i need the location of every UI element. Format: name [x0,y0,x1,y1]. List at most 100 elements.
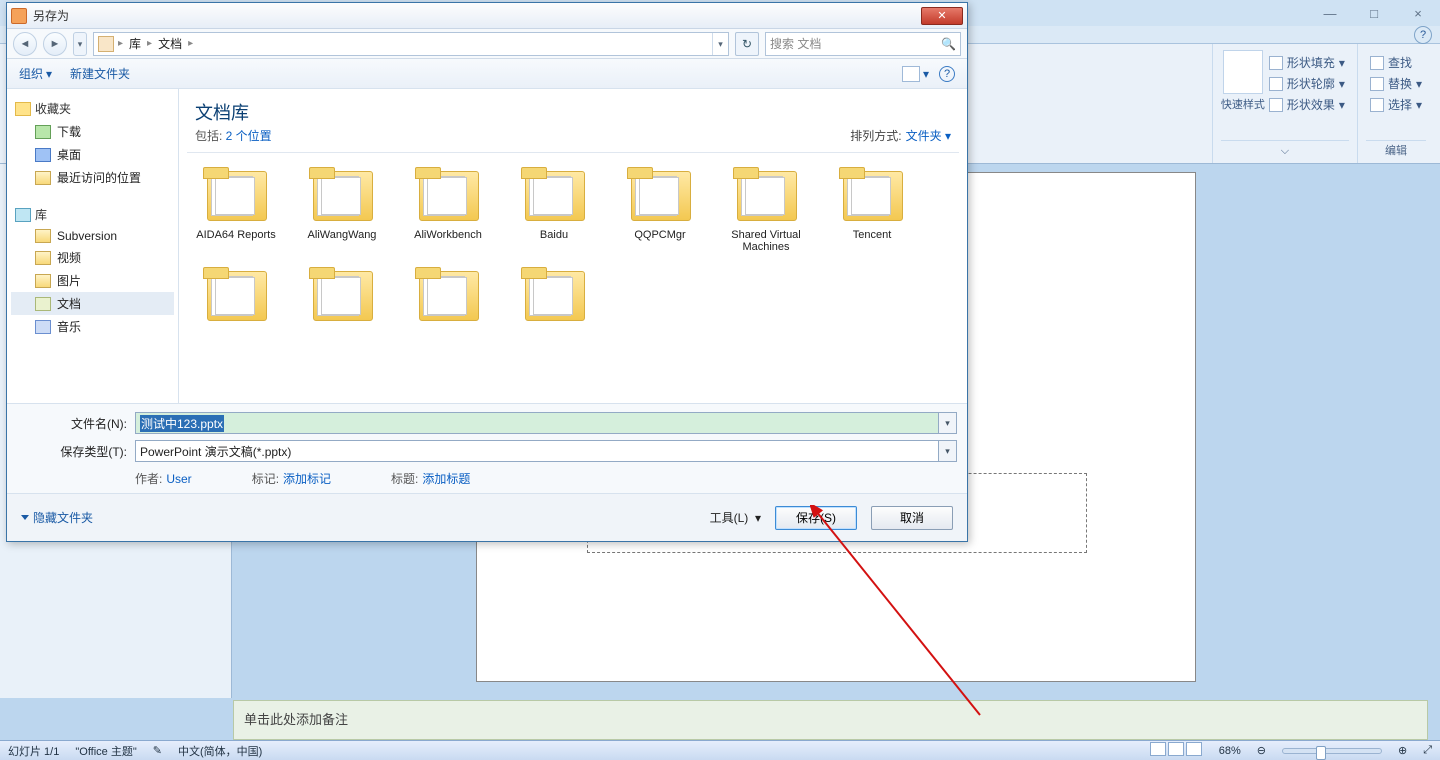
filetype-label: 保存类型(T): [17,443,135,460]
shape-outline-button[interactable]: 形状轮廓▾ [1265,73,1349,94]
select-icon [1370,98,1384,112]
hide-folders-toggle[interactable]: 隐藏文件夹 [21,509,93,526]
tree-pictures[interactable]: 图片 [11,269,174,292]
nav-back-button[interactable]: ◄ [13,32,37,56]
folder-icon [201,167,271,223]
notes-pane[interactable]: 单击此处添加备注 [233,700,1428,740]
breadcrumb-bar[interactable]: ▸ 库 ▸ 文档 ▸ ▾ [93,32,729,56]
ppt-close-button[interactable]: × [1406,6,1430,21]
help-icon[interactable]: ? [1414,26,1432,44]
zoom-in-button[interactable]: ⊕ [1398,744,1407,757]
search-input[interactable]: 搜索 文档 🔍 [765,32,961,56]
folder-item[interactable]: AliWangWang [289,167,395,253]
shape-effects-button[interactable]: 形状效果▾ [1265,94,1349,115]
view-icon [902,66,920,82]
desktop-icon [35,148,51,162]
folder-label: AliWangWang [289,229,395,241]
folder-grid[interactable]: AIDA64 ReportsAliWangWangAliWorkbenchBai… [179,153,967,403]
dialog-bottom-bar: 隐藏文件夹 工具(L) ▾ 保存(S) 取消 [7,493,967,541]
cancel-button[interactable]: 取消 [871,506,953,530]
folder-item[interactable]: Shared Virtual Machines [713,167,819,253]
filetype-select[interactable]: PowerPoint 演示文稿(*.pptx) [135,440,939,462]
zoom-slider[interactable] [1282,748,1382,754]
tree-libraries[interactable]: 库 [11,203,174,226]
dialog-toolbar: 组织▾ 新建文件夹 ▾ ? [7,59,967,89]
filename-dropdown[interactable]: ▾ [939,412,957,434]
tags-label: 标记: [252,472,279,486]
search-icon[interactable]: 🔍 [941,37,956,51]
folder-label: QQPCMgr [607,229,713,241]
save-as-dialog: 另存为 ✕ ◄ ► ▾ ▸ 库 ▸ 文档 ▸ ▾ ↻ 搜索 文档 🔍 组织▾ 新… [6,2,968,542]
view-buttons[interactable] [1149,742,1203,759]
organize-menu[interactable]: 组织▾ [19,65,52,82]
dialog-close-button[interactable]: ✕ [921,7,963,25]
folder-item[interactable] [289,267,395,353]
zoom-level[interactable]: 68% [1219,745,1241,757]
tags-value[interactable]: 添加标记 [283,472,331,486]
folder-item[interactable]: Tencent [819,167,925,253]
breadcrumb-segment-lib[interactable]: 库 [123,35,147,52]
status-bar: 幻灯片 1/1 "Office 主题" ✎ 中文(简体，中国) 68% ⊖ ⊕ … [0,740,1440,760]
replace-button[interactable]: 替换▾ [1366,73,1426,94]
folder-item[interactable] [395,267,501,353]
ppt-max-button[interactable]: □ [1362,6,1386,21]
tree-subversion[interactable]: Subversion [11,226,174,246]
title-value[interactable]: 添加标题 [422,472,470,486]
view-mode-button[interactable]: ▾ [902,66,929,82]
zoom-out-button[interactable]: ⊖ [1257,744,1266,757]
status-language[interactable]: 中文(简体，中国) [178,743,262,759]
folder-item[interactable] [501,267,607,353]
effects-icon [1269,98,1283,112]
filetype-dropdown[interactable]: ▾ [939,440,957,462]
tree-recent[interactable]: 最近访问的位置 [11,166,174,189]
refresh-button[interactable]: ↻ [735,32,759,56]
folder-item[interactable]: QQPCMgr [607,167,713,253]
spellcheck-icon[interactable]: ✎ [153,744,162,757]
folder-item[interactable] [183,267,289,353]
nav-history-dropdown[interactable]: ▾ [73,32,87,56]
breadcrumb-segment-doc[interactable]: 文档 [152,35,188,52]
nav-forward-button[interactable]: ► [43,32,67,56]
nav-tree[interactable]: 收藏夹 下载 桌面 最近访问的位置 库 Subversion 视频 图片 文档 … [7,89,179,403]
select-button[interactable]: 选择▾ [1366,94,1426,115]
tree-desktop[interactable]: 桌面 [11,143,174,166]
folder-label: Tencent [819,229,925,241]
tree-favorites[interactable]: 收藏夹 [11,97,174,120]
recent-icon [35,171,51,185]
tools-menu[interactable]: 工具(L) ▾ [710,509,761,526]
ribbon-group-editing: 查找 替换▾ 选择▾ 编辑 [1357,44,1434,163]
folder-item[interactable]: Baidu [501,167,607,253]
download-icon [35,125,51,139]
ribbon-group-dialog-launcher[interactable]: ⌵ [1221,140,1349,160]
folder-icon [201,267,271,323]
locations-link[interactable]: 2 个位置 [226,129,272,143]
sort-by[interactable]: 排列方式:文件夹 ▾ [850,127,951,144]
quick-style-button[interactable] [1223,50,1263,94]
folder-item[interactable]: AliWorkbench [395,167,501,253]
find-button[interactable]: 查找 [1366,52,1426,73]
author-value[interactable]: User [166,472,191,486]
shape-fill-button[interactable]: 形状填充▾ [1265,52,1349,73]
breadcrumb-dropdown[interactable]: ▾ [712,33,728,55]
folder-icon [307,167,377,223]
folder-item[interactable]: AIDA64 Reports [183,167,289,253]
author-label: 作者: [135,472,162,486]
document-icon [35,297,51,311]
dialog-help-button[interactable]: ? [939,66,955,82]
ppt-min-button[interactable]: — [1318,6,1342,21]
folder-label: AliWorkbench [395,229,501,241]
new-folder-button[interactable]: 新建文件夹 [70,65,130,82]
tree-videos[interactable]: 视频 [11,246,174,269]
folder-icon [307,267,377,323]
tree-documents[interactable]: 文档 [11,292,174,315]
dialog-title: 另存为 [33,7,69,24]
tree-music[interactable]: 音乐 [11,315,174,338]
tree-downloads[interactable]: 下载 [11,120,174,143]
chevron-right-icon[interactable]: ▸ [188,38,193,49]
folder-icon [731,167,801,223]
filename-input[interactable]: 测试中123.pptx [135,412,939,434]
folder-icon [413,167,483,223]
fit-window-button[interactable]: ⤢ [1423,744,1432,757]
save-button[interactable]: 保存(S) [775,506,857,530]
music-icon [35,320,51,334]
